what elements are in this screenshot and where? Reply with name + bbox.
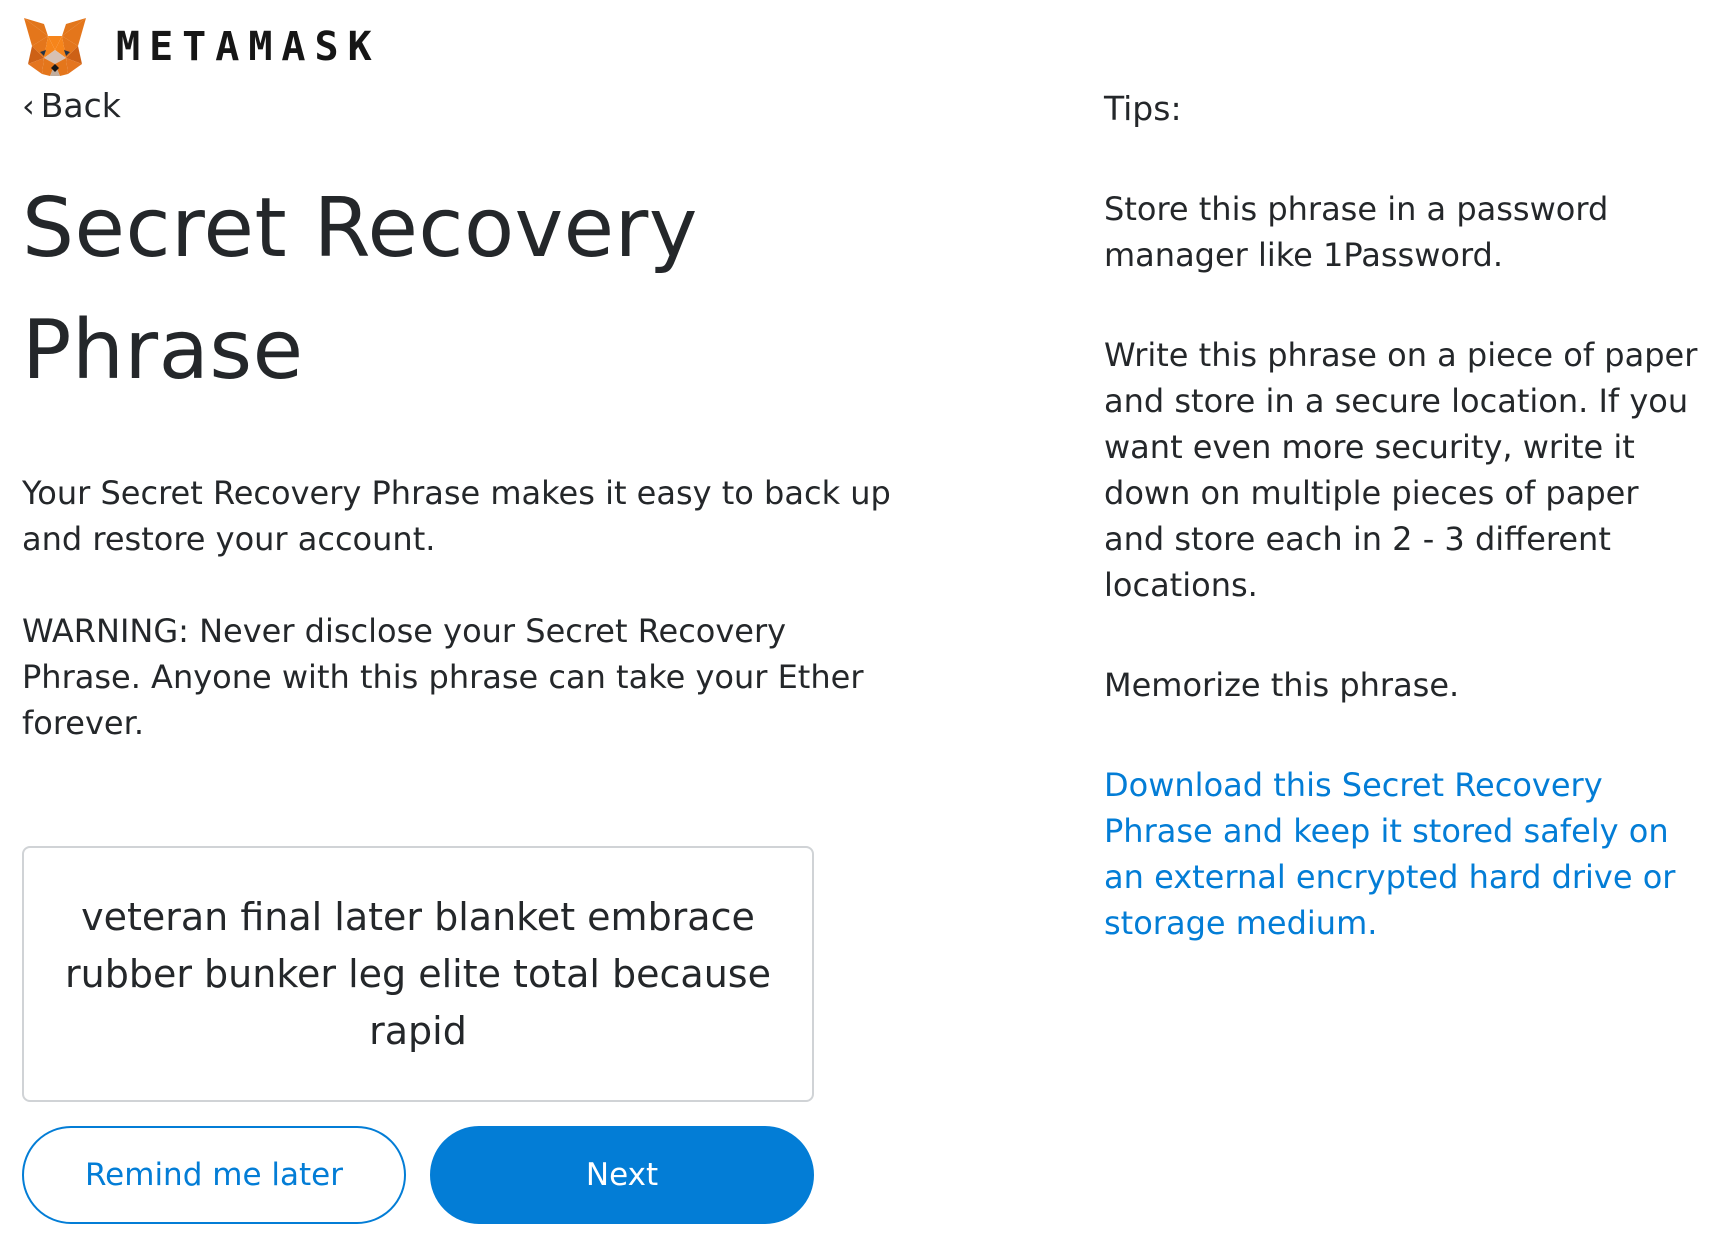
page-title: Secret Recovery Phrase (22, 168, 902, 412)
back-label: Back (40, 86, 121, 125)
secret-phrase-box[interactable]: veteran final later blanket embrace rubb… (22, 846, 814, 1102)
action-buttons: Remind me later Next (22, 1126, 814, 1224)
header-logo: METAMASK (22, 16, 381, 78)
brand-wordmark: METAMASK (116, 24, 381, 70)
secret-phrase-text: veteran final later blanket embrace rubb… (65, 894, 771, 1053)
main-content: Secret Recovery Phrase Your Secret Recov… (22, 168, 902, 746)
description-text: Your Secret Recovery Phrase makes it eas… (22, 474, 891, 558)
page-title-line2: Phrase (22, 303, 304, 398)
page-title-line1: Secret Recovery (22, 181, 698, 276)
chevron-left-icon: ‹ (22, 86, 35, 125)
back-link[interactable]: ‹ Back (22, 86, 121, 125)
tips-heading: Tips: (1104, 89, 1182, 128)
tip-item: Memorize this phrase. (1104, 666, 1460, 704)
next-button[interactable]: Next (430, 1126, 814, 1224)
fox-icon (22, 16, 88, 78)
download-phrase-link[interactable]: Download this Secret Recovery Phrase and… (1104, 762, 1704, 946)
tip-item: Store this phrase in a password manager … (1104, 190, 1609, 274)
tip-item: Write this phrase on a piece of paper an… (1104, 336, 1698, 604)
tips-panel: Tips: Store this phrase in a password ma… (1104, 86, 1704, 946)
remind-later-button[interactable]: Remind me later (22, 1126, 406, 1224)
warning-text: WARNING: Never disclose your Secret Reco… (22, 612, 864, 742)
